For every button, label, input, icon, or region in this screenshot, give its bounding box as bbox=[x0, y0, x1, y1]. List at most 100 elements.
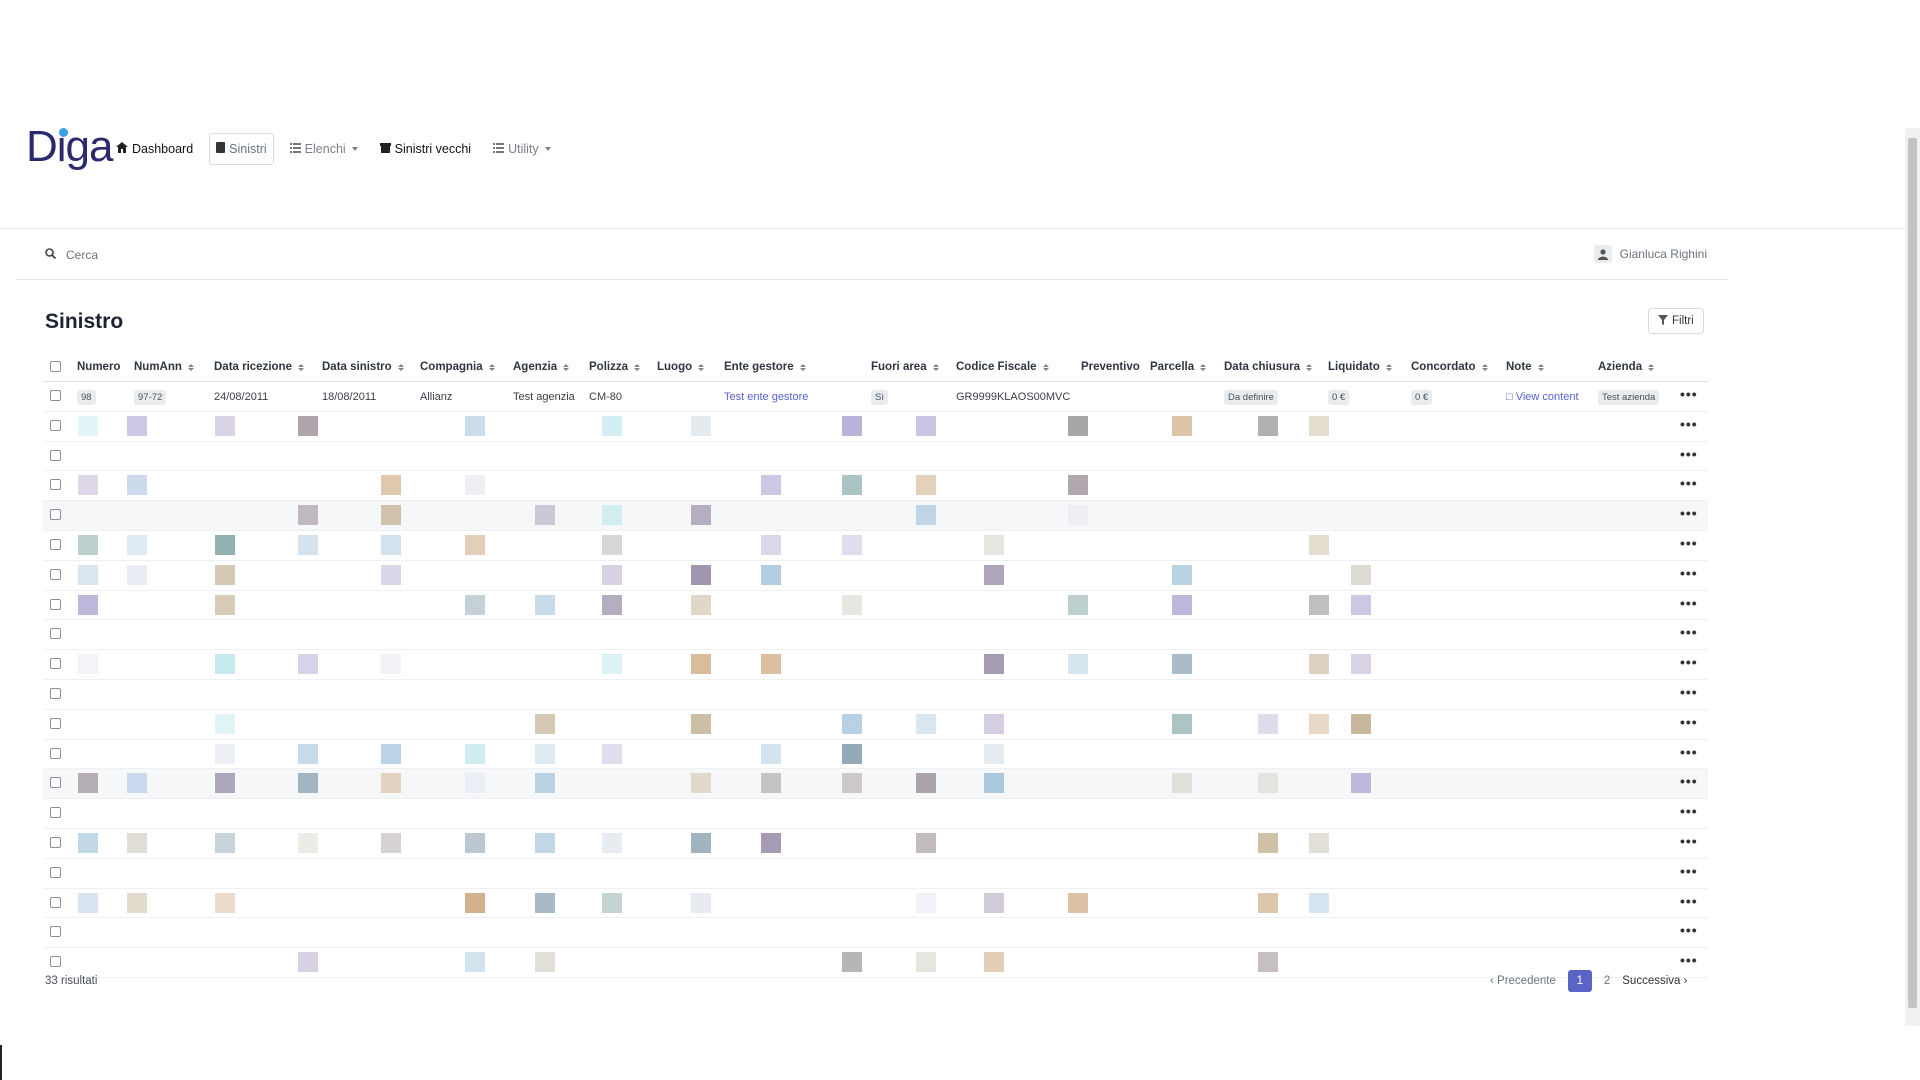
col-luogo[interactable]: Luogo bbox=[657, 361, 705, 373]
row-actions-button[interactable]: ••• bbox=[1680, 715, 1698, 729]
nav-sinistri-vecchi[interactable]: Sinistri vecchi bbox=[374, 134, 477, 164]
row-actions-button[interactable]: ••• bbox=[1680, 804, 1698, 818]
row-checkbox[interactable] bbox=[50, 568, 61, 580]
obscured-cell bbox=[381, 505, 401, 526]
row-checkbox[interactable] bbox=[50, 538, 61, 550]
row-checkbox[interactable] bbox=[50, 598, 61, 610]
row-checkbox[interactable] bbox=[50, 866, 61, 878]
filter-button[interactable]: Filtri bbox=[1648, 308, 1704, 334]
nav-utility[interactable]: Utility bbox=[487, 134, 557, 164]
table-row[interactable]: ••• bbox=[43, 501, 1708, 531]
row-actions-button[interactable]: ••• bbox=[1680, 536, 1698, 550]
select-all-checkbox[interactable] bbox=[50, 361, 61, 372]
row-checkbox[interactable] bbox=[50, 628, 61, 640]
row-actions-button[interactable]: ••• bbox=[1680, 447, 1698, 461]
col-concordato[interactable]: Concordato bbox=[1411, 361, 1488, 373]
row-checkbox[interactable] bbox=[50, 956, 61, 968]
table-row[interactable]: 98 97-72 24/08/2011 18/08/2011 Allianz T… bbox=[43, 382, 1708, 412]
col-data-ricezione[interactable]: Data ricezione bbox=[214, 361, 304, 373]
obscured-cell bbox=[465, 415, 485, 436]
table-row[interactable]: ••• bbox=[43, 829, 1708, 859]
row-checkbox[interactable] bbox=[50, 717, 61, 729]
row-checkbox[interactable] bbox=[50, 419, 61, 431]
row-actions-button[interactable]: ••• bbox=[1680, 566, 1698, 580]
row-actions-button[interactable]: ••• bbox=[1680, 745, 1698, 759]
table-row[interactable]: ••• bbox=[43, 859, 1708, 889]
row-checkbox[interactable] bbox=[50, 926, 61, 938]
search-input[interactable] bbox=[64, 247, 368, 263]
scrollbar-thumb[interactable] bbox=[1908, 138, 1917, 1008]
row-actions-button[interactable]: ••• bbox=[1680, 685, 1698, 699]
row-actions-button[interactable]: ••• bbox=[1680, 625, 1698, 639]
row-actions-button[interactable]: ••• bbox=[1680, 387, 1698, 401]
row-actions-button[interactable]: ••• bbox=[1680, 655, 1698, 669]
table-row[interactable]: ••• bbox=[43, 918, 1708, 949]
user-menu[interactable]: Gianluca Righini bbox=[1593, 245, 1707, 263]
row-checkbox[interactable] bbox=[50, 747, 61, 759]
col-note[interactable]: Note bbox=[1506, 361, 1544, 373]
row-checkbox[interactable] bbox=[50, 777, 61, 789]
table-row[interactable]: ••• bbox=[43, 620, 1708, 651]
table-row[interactable]: ••• bbox=[43, 412, 1708, 442]
ente-gestore-link[interactable]: Test ente gestore bbox=[724, 391, 808, 403]
row-checkbox[interactable] bbox=[50, 658, 61, 670]
table-row[interactable]: ••• bbox=[43, 591, 1708, 621]
table-row[interactable]: ••• bbox=[43, 471, 1708, 502]
view-content-link[interactable]: □ View content bbox=[1506, 391, 1579, 403]
table-row[interactable]: ••• bbox=[43, 680, 1708, 710]
row-actions-button[interactable]: ••• bbox=[1680, 923, 1698, 937]
prev-page-button[interactable]: ‹ Precedente bbox=[1490, 975, 1556, 987]
table-row[interactable]: ••• bbox=[43, 799, 1708, 829]
app-logo[interactable]: Diga bbox=[26, 122, 113, 172]
table-row[interactable]: ••• bbox=[43, 710, 1708, 740]
nav-elenchi[interactable]: Elenchi bbox=[284, 134, 364, 164]
page-1-button[interactable]: 1 bbox=[1567, 970, 1592, 992]
row-actions-button[interactable]: ••• bbox=[1680, 953, 1698, 967]
table-row[interactable]: ••• bbox=[43, 948, 1708, 978]
col-polizza[interactable]: Polizza bbox=[589, 361, 640, 373]
table-row[interactable]: ••• bbox=[43, 740, 1708, 770]
col-numann[interactable]: NumAnn bbox=[134, 361, 194, 373]
row-actions-button[interactable]: ••• bbox=[1680, 476, 1698, 490]
col-data-chiusura[interactable]: Data chiusura bbox=[1224, 361, 1313, 373]
nav-dashboard[interactable]: Dashboard bbox=[110, 134, 199, 164]
table-row[interactable]: ••• bbox=[43, 442, 1708, 472]
col-preventivo[interactable]: Preventivo bbox=[1081, 361, 1140, 373]
col-data-sinistro[interactable]: Data sinistro bbox=[322, 361, 404, 373]
row-checkbox[interactable] bbox=[50, 509, 61, 521]
table-row[interactable]: ••• bbox=[43, 769, 1708, 800]
obscured-cell bbox=[1172, 564, 1192, 585]
col-numero[interactable]: Numero bbox=[77, 361, 120, 373]
row-actions-button[interactable]: ••• bbox=[1680, 864, 1698, 878]
next-page-button[interactable]: Successiva › bbox=[1622, 975, 1687, 987]
page-2-button[interactable]: 2 bbox=[1604, 975, 1610, 987]
table-row[interactable]: ••• bbox=[43, 531, 1708, 561]
row-actions-button[interactable]: ••• bbox=[1680, 894, 1698, 908]
table-row[interactable]: ••• bbox=[43, 650, 1708, 680]
row-actions-button[interactable]: ••• bbox=[1680, 834, 1698, 848]
row-checkbox[interactable] bbox=[50, 687, 61, 699]
row-checkbox[interactable] bbox=[50, 479, 61, 491]
table-row[interactable]: ••• bbox=[43, 889, 1708, 919]
col-compagnia[interactable]: Compagnia bbox=[420, 361, 495, 373]
table-row[interactable]: ••• bbox=[43, 561, 1708, 591]
col-agenzia[interactable]: Agenzia bbox=[513, 361, 570, 373]
col-azienda[interactable]: Azienda bbox=[1598, 361, 1655, 373]
row-checkbox[interactable] bbox=[50, 836, 61, 848]
row-actions-button[interactable]: ••• bbox=[1680, 417, 1698, 431]
row-checkbox[interactable] bbox=[50, 896, 61, 908]
row-checkbox[interactable] bbox=[50, 449, 61, 461]
col-ente-gestore[interactable]: Ente gestore bbox=[724, 361, 806, 373]
col-codice-fiscale[interactable]: Codice Fiscale bbox=[956, 361, 1049, 373]
row-actions-button[interactable]: ••• bbox=[1680, 506, 1698, 520]
col-liquidato[interactable]: Liquidato bbox=[1328, 361, 1392, 373]
nav-sinistri[interactable]: Sinistri bbox=[209, 133, 274, 165]
col-fuori-area[interactable]: Fuori area bbox=[871, 361, 939, 373]
vertical-scrollbar[interactable] bbox=[1905, 128, 1920, 1026]
row-actions-button[interactable]: ••• bbox=[1680, 774, 1698, 788]
row-checkbox[interactable] bbox=[50, 390, 61, 401]
row-checkbox[interactable] bbox=[50, 807, 61, 819]
col-parcella[interactable]: Parcella bbox=[1150, 361, 1207, 373]
sort-icon bbox=[1648, 363, 1655, 371]
row-actions-button[interactable]: ••• bbox=[1680, 596, 1698, 610]
